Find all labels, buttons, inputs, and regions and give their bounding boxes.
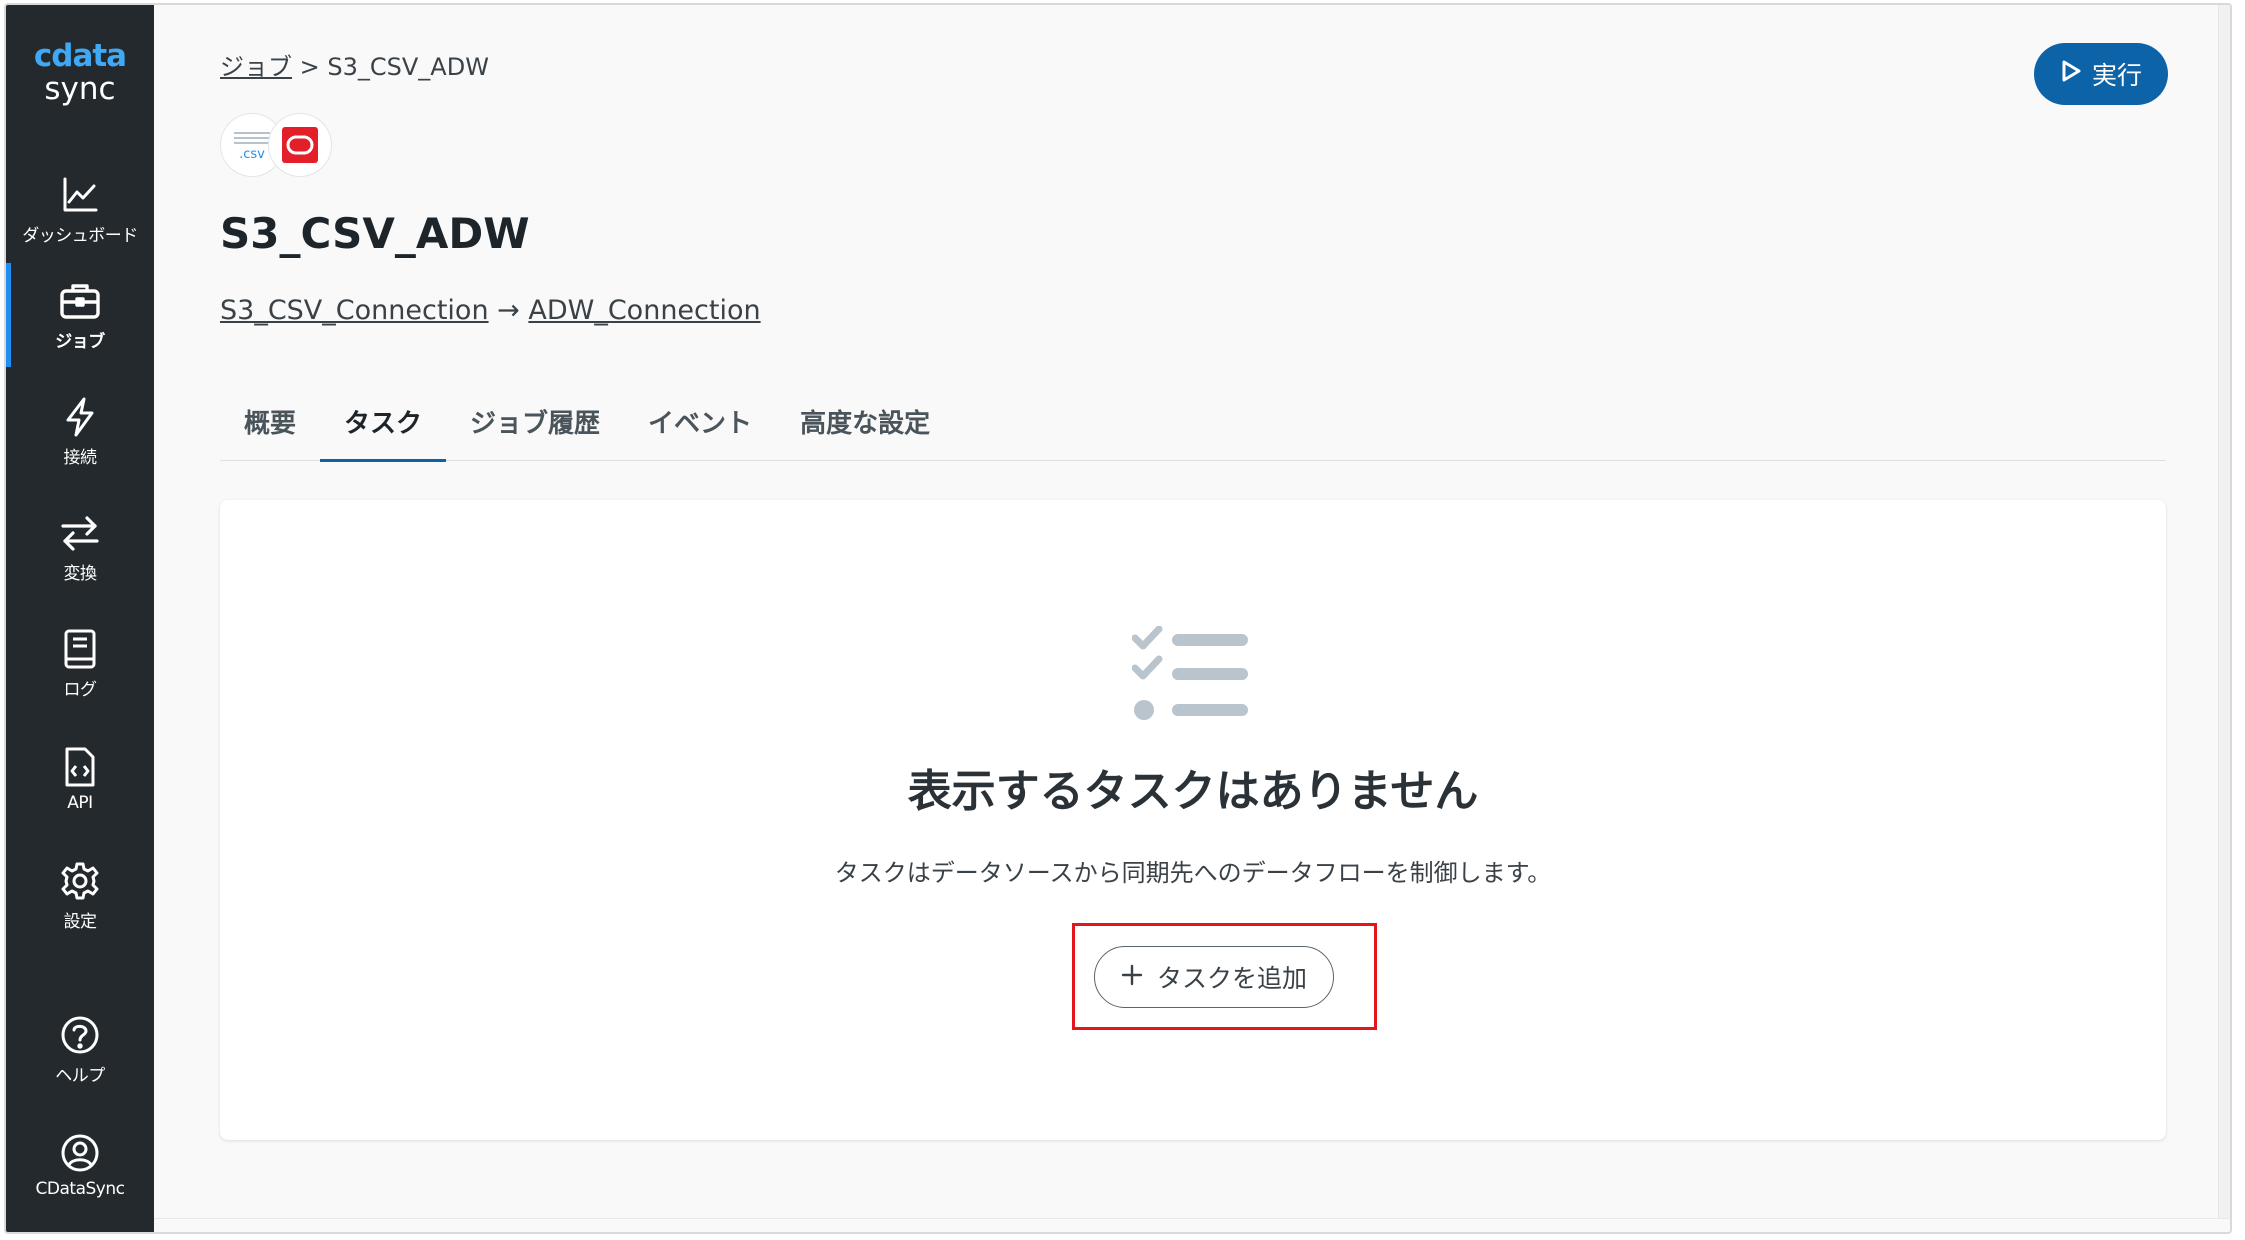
sidebar-item-label: CDataSync (35, 1179, 125, 1199)
app-logo[interactable]: cdata sync (6, 39, 154, 107)
sidebar-item-label: 設定 (63, 911, 98, 932)
sidebar-item-logs[interactable]: ログ (6, 611, 154, 715)
logo-sub: sync (44, 71, 116, 107)
sidebar-item-label: API (67, 793, 93, 813)
sidebar-item-label: 変換 (63, 563, 98, 584)
breadcrumb-jobs-link[interactable]: ジョブ (220, 53, 292, 81)
briefcase-icon (58, 279, 102, 323)
tasks-panel: 表示するタスクはありません タスクはデータソースから同期先へのデータフローを制御… (220, 500, 2166, 1140)
play-icon (2060, 59, 2082, 89)
tab-events[interactable]: イベント (624, 393, 776, 461)
sidebar-item-label: ダッシュボード (22, 225, 138, 246)
sidebar-item-jobs[interactable]: ジョブ (6, 263, 154, 367)
empty-state-title: 表示するタスクはありません (907, 766, 1479, 817)
tab-advanced-settings[interactable]: 高度な設定 (776, 393, 954, 461)
source-connection-link[interactable]: S3_CSV_Connection (220, 295, 489, 326)
sidebar-item-label: 接続 (63, 447, 98, 468)
sidebar-item-dashboard[interactable]: ダッシュボード (6, 157, 154, 261)
sidebar: cdata sync ダッシュボード ジョブ 接続 変換 ログ API 設定 ヘ… (6, 5, 154, 1232)
tab-tasks[interactable]: タスク (320, 393, 447, 462)
add-task-button[interactable]: タスクを追加 (1094, 946, 1334, 1008)
sidebar-item-label: ログ (63, 679, 98, 700)
app-window: cdata sync ダッシュボード ジョブ 接続 変換 ログ API 設定 ヘ… (4, 3, 2232, 1234)
sidebar-item-transforms[interactable]: 変換 (6, 495, 154, 599)
logo-brand: cdata (33, 38, 127, 74)
sidebar-item-connections[interactable]: 接続 (6, 379, 154, 483)
run-button-label: 実行 (2091, 61, 2142, 90)
user-circle-icon (58, 1131, 102, 1175)
connection-icons: .csv (220, 113, 350, 181)
bottom-divider (154, 1218, 2230, 1232)
chart-line-icon (58, 173, 102, 217)
help-circle-icon (58, 1013, 102, 1057)
vertical-scrollbar[interactable] (2218, 5, 2230, 1232)
destination-connection-link[interactable]: ADW_Connection (528, 295, 760, 326)
sidebar-item-label: ヘルプ (55, 1065, 105, 1086)
breadcrumb-current: S3_CSV_ADW (327, 53, 489, 81)
sidebar-item-help[interactable]: ヘルプ (6, 997, 154, 1101)
run-button[interactable]: 実行 (2034, 43, 2168, 105)
sidebar-item-label: ジョブ (55, 331, 105, 352)
arrows-swap-icon (58, 511, 102, 555)
tab-bar: 概要 タスク ジョブ履歴 イベント 高度な設定 (220, 393, 2166, 462)
gear-icon (58, 859, 102, 903)
task-list-icon (1131, 625, 1248, 730)
lightning-icon (58, 395, 102, 439)
tab-job-history[interactable]: ジョブ履歴 (446, 393, 624, 461)
main-content: ジョブ > S3_CSV_ADW 実行 .csv S3_CSV_ADW S3_C… (154, 5, 2230, 1232)
csv-icon-text: .csv (239, 147, 265, 162)
oracle-icon (268, 113, 332, 177)
sidebar-item-settings[interactable]: 設定 (6, 843, 154, 947)
breadcrumb: ジョブ > S3_CSV_ADW (220, 47, 489, 82)
empty-state-description: タスクはデータソースから同期先へのデータフローを制御します。 (834, 859, 1552, 887)
book-icon (58, 627, 102, 671)
sidebar-item-user[interactable]: CDataSync (6, 1113, 154, 1217)
connection-path: S3_CSV_Connection → ADW_Connection (220, 295, 761, 326)
arrow-right-icon: → (497, 295, 520, 326)
add-task-button-label: タスクを追加 (1156, 964, 1307, 993)
code-file-icon (58, 745, 102, 789)
page-title: S3_CSV_ADW (220, 209, 530, 258)
plus-icon (1121, 963, 1143, 992)
breadcrumb-separator: > (299, 53, 320, 81)
sidebar-item-api[interactable]: API (6, 727, 154, 831)
tab-overview[interactable]: 概要 (220, 393, 320, 461)
